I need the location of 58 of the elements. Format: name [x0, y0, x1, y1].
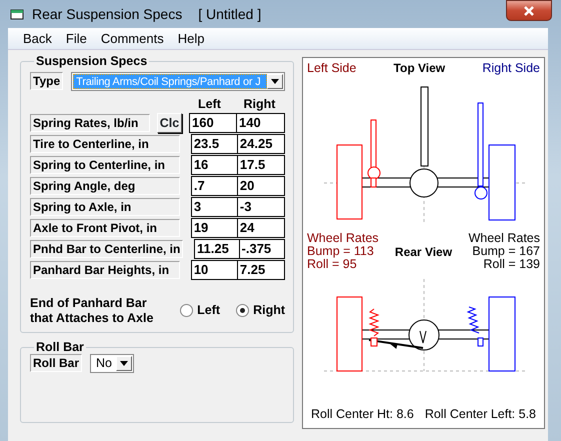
- left-value-field[interactable]: 10: [190, 260, 238, 280]
- left-value-field[interactable]: 23.5: [190, 134, 238, 154]
- spec-label: Spring Rates, lb/in: [30, 114, 150, 132]
- rear-view-title: Rear View: [394, 246, 452, 261]
- right-value-field[interactable]: 24: [238, 218, 285, 238]
- menu-item[interactable]: Comments: [94, 26, 171, 50]
- right-side-label: Right Side: [482, 60, 540, 77]
- spec-label: Spring Angle, deg: [30, 177, 180, 196]
- close-button[interactable]: [506, 0, 552, 21]
- roll-center-left: Roll Center Left: 5.8: [424, 406, 536, 424]
- spec-label: Pnhd Bar to Centerline, in: [30, 240, 183, 258]
- close-icon: [523, 6, 535, 16]
- calculate-button[interactable]: Clc: [157, 113, 182, 134]
- group-title: Suspension Specs: [35, 55, 148, 68]
- wheel-rate-text: Bump = 113: [307, 244, 375, 258]
- caret-icon: [120, 360, 128, 366]
- window-title: Rear Suspension Specs: [32, 4, 182, 24]
- right-value-field[interactable]: 140: [237, 113, 285, 134]
- right-value-field[interactable]: 17.5: [238, 155, 285, 176]
- spec-label: Tire to Centerline, in: [30, 135, 180, 154]
- left-side-label: Left Side: [307, 60, 356, 77]
- right-value-field[interactable]: 24.25: [238, 134, 285, 154]
- spec-label: Spring to Axle, in: [30, 198, 180, 216]
- document-name: [ Untitled ]: [198, 4, 262, 24]
- spec-label: Spring to Centerline, in: [30, 156, 180, 174]
- roll-bar-label: Roll Bar: [30, 354, 82, 372]
- left-value-field[interactable]: 16: [190, 155, 238, 176]
- left-value-field[interactable]: 160: [189, 113, 237, 134]
- roll-center-height: Roll Center Ht: 8.6: [311, 406, 414, 424]
- left-value-field[interactable]: 11.25: [194, 239, 240, 260]
- radio-option[interactable]: Left: [180, 301, 220, 320]
- group-title: Roll Bar: [35, 341, 85, 354]
- radio-option[interactable]: Right: [236, 301, 285, 320]
- wheel-rate-text: Wheel Rates: [307, 232, 379, 245]
- spec-label: Panhard Bar Heights, in: [30, 261, 180, 280]
- left-value-field[interactable]: 3: [190, 197, 238, 218]
- wheel-rate-text: Wheel Rates: [468, 232, 540, 245]
- panhard-end-question: End of Panhard Bar that Attaches to Axle: [30, 296, 154, 325]
- wheel-rate-text: Bump = 167: [472, 244, 540, 258]
- column-header: Right: [242, 96, 276, 113]
- spec-label: Axle to Front Pivot, in: [30, 219, 180, 238]
- left-value-field[interactable]: 19: [190, 218, 238, 238]
- menu-item[interactable]: Back: [16, 26, 59, 50]
- right-value-field[interactable]: 20: [238, 176, 285, 196]
- menu-item[interactable]: File: [58, 26, 94, 50]
- type-label: Type: [30, 72, 64, 90]
- caret-icon: [271, 78, 279, 84]
- wheel-rate-text: Roll = 139: [483, 258, 540, 272]
- menu-item[interactable]: Help: [170, 26, 212, 50]
- right-value-field[interactable]: -3: [238, 197, 285, 218]
- right-value-field[interactable]: -.375: [240, 239, 285, 260]
- left-value-field[interactable]: .7: [190, 176, 238, 196]
- right-value-field[interactable]: 7.25: [238, 260, 285, 280]
- roll-bar-dropdown[interactable]: No: [90, 354, 134, 372]
- app-icon: [10, 8, 24, 20]
- column-header: Left: [197, 96, 222, 112]
- wheel-rate-text: Roll = 95: [307, 258, 358, 272]
- top-view-title: Top View: [394, 60, 446, 77]
